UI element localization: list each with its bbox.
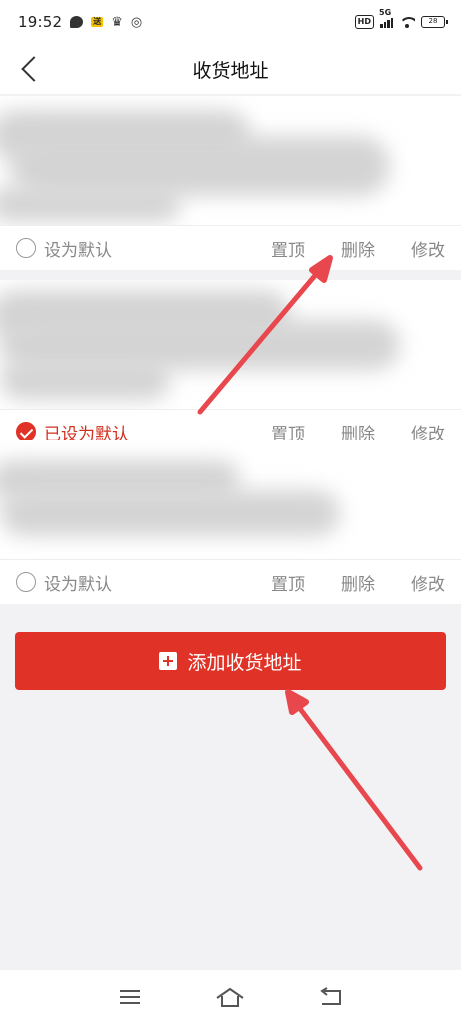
address-actions: 设为默认 置顶 删除 修改: [0, 560, 461, 604]
status-right: HD 5G 28: [354, 8, 448, 29]
back-button[interactable]: [14, 51, 50, 87]
plus-square-icon: [159, 652, 178, 670]
annotation-arrow-add: [285, 689, 423, 871]
address-card: 已设为默认 置顶 删除 修改: [0, 280, 461, 454]
crown-icon: ♛: [111, 14, 123, 30]
default-radio-checked[interactable]: [16, 422, 36, 442]
action-group: 置顶 删除 修改: [271, 236, 445, 261]
address-card: 设为默认 置顶 删除 修改: [0, 440, 461, 604]
chat-icon: [70, 16, 84, 28]
back-nav-button[interactable]: [311, 982, 351, 1012]
app-badge-icon: 送: [91, 17, 104, 27]
nav-bar: 收货地址: [0, 44, 461, 94]
delete-button[interactable]: 删除: [341, 236, 375, 261]
home-icon: [216, 987, 245, 1007]
weibo-icon: ◎: [130, 14, 143, 30]
set-default-label[interactable]: 设为默认: [44, 570, 112, 595]
address-info-redacted[interactable]: [0, 280, 461, 410]
address-card: 设为默认 置顶 删除 修改: [0, 96, 461, 270]
add-address-label: 添加收货地址: [187, 651, 302, 674]
chevron-left-icon: [21, 56, 47, 82]
menu-button[interactable]: [110, 982, 150, 1012]
delete-button[interactable]: 删除: [341, 570, 375, 595]
status-left: 19:52 送 ♛ ◎: [18, 13, 142, 31]
return-icon: [320, 987, 341, 1005]
address-info-redacted[interactable]: [0, 440, 461, 560]
home-button[interactable]: [210, 982, 250, 1012]
action-group: 置顶 删除 修改: [271, 570, 445, 595]
address-info-redacted[interactable]: [0, 96, 461, 226]
hd-icon: HD: [354, 15, 374, 29]
page-title: 收货地址: [192, 59, 269, 82]
add-address-button[interactable]: 添加收货地址: [15, 632, 446, 690]
default-radio[interactable]: [16, 572, 36, 592]
default-radio[interactable]: [16, 238, 36, 258]
battery-icon: 28: [421, 16, 448, 28]
signal-icon: 5G: [379, 8, 393, 28]
edit-button[interactable]: 修改: [411, 236, 445, 261]
wifi-icon: [399, 16, 415, 28]
pin-top-button[interactable]: 置顶: [271, 570, 305, 595]
network-type: 5G: [379, 8, 392, 17]
status-time: 19:52: [18, 13, 63, 31]
system-nav-bar: [0, 970, 461, 1024]
status-bar: 19:52 送 ♛ ◎ HD 5G 28: [0, 0, 461, 44]
pin-top-button[interactable]: 置顶: [271, 236, 305, 261]
menu-icon: [120, 990, 141, 1004]
address-actions: 设为默认 置顶 删除 修改: [0, 226, 461, 270]
edit-button[interactable]: 修改: [411, 570, 445, 595]
set-default-label[interactable]: 设为默认: [44, 236, 112, 261]
